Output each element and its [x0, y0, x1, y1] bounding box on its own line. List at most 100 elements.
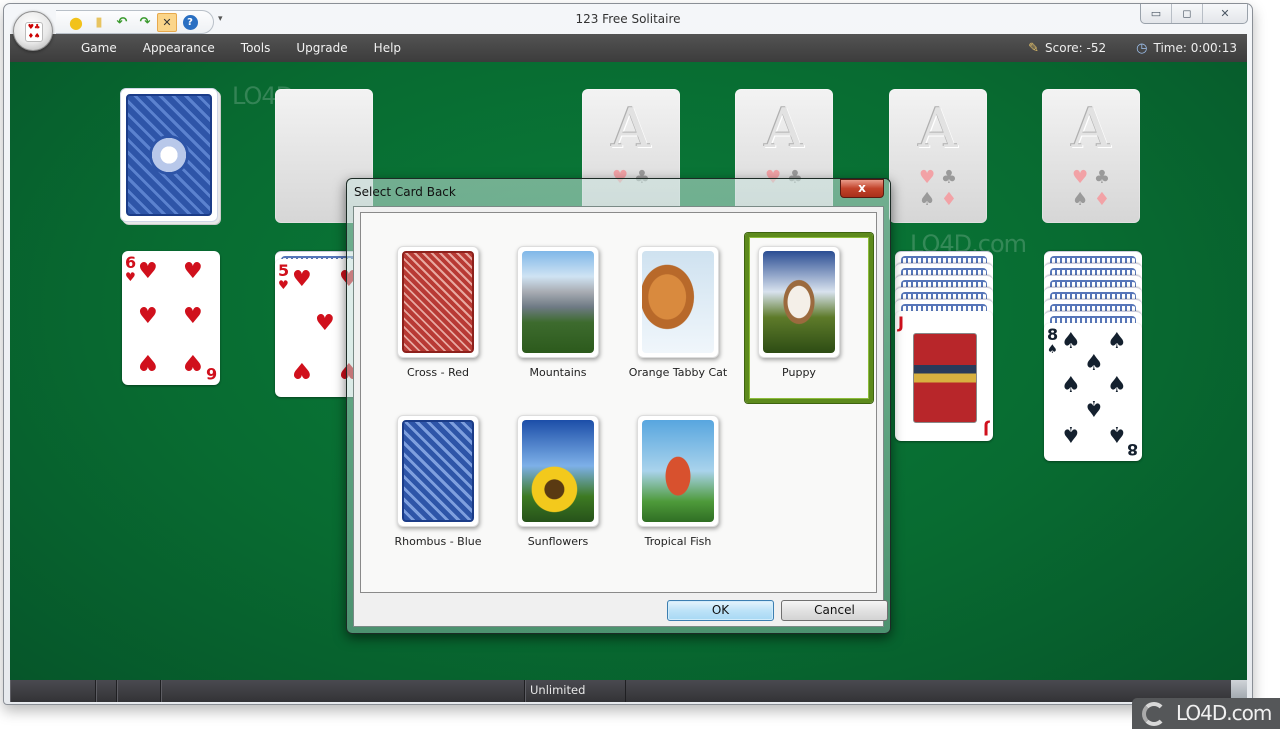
minimize-button[interactable]: ▭: [1141, 4, 1172, 23]
cross-red-art: [402, 251, 474, 353]
card-pip: ♥: [138, 259, 158, 284]
lo4d-text: LO4D.com: [1176, 701, 1272, 725]
card-suit-small: ♥: [125, 270, 136, 284]
game-stats: ✎ Score: -52 ◷ Time: 0:00:13: [998, 34, 1237, 62]
card-back-thumbnail: [637, 415, 719, 527]
cancel-button[interactable]: Cancel: [781, 600, 888, 621]
card-back-thumbnail: [517, 246, 599, 358]
card-back-list: Cross - Red Mountains Orange Tabby Cat P…: [360, 212, 877, 593]
time-value: 0:00:13: [1190, 41, 1237, 55]
card-rank: J: [898, 313, 904, 332]
lo4d-watermark-badge: LO4D.com: [1132, 698, 1280, 729]
mountains-art: [522, 251, 594, 353]
app-menu-button[interactable]: ♥♣ ♦♠: [13, 11, 53, 51]
clock-icon: ◷: [1136, 40, 1148, 56]
menu-bar: Game Appearance Tools Upgrade Help ✎ Sco…: [10, 34, 1247, 62]
foundation-rank: A: [611, 97, 651, 160]
score-icon: ✎: [1028, 40, 1040, 56]
card-rank: 6: [205, 364, 217, 383]
score-display: ✎ Score: -52: [1028, 41, 1106, 56]
card-back-thumbnail: [637, 246, 719, 358]
dialog-title: Select Card Back: [354, 185, 456, 199]
card-back-option-rhombus-blue[interactable]: Rhombus - Blue: [361, 415, 482, 565]
app-logo-icon: ♥♣ ♦♠: [25, 22, 43, 42]
help-icon: ?: [182, 15, 198, 30]
card-pip: ♠: [1107, 373, 1127, 398]
main-menu: Game Appearance Tools Upgrade Help: [68, 34, 414, 62]
maximize-button[interactable]: ◻: [1172, 4, 1203, 23]
menu-appearance[interactable]: Appearance: [130, 34, 228, 62]
card-pip: ♥: [315, 311, 335, 336]
card-back-option-sunflowers[interactable]: Sunflowers: [481, 415, 601, 565]
foundation-suits: ♥ ♣ ♠ ♦: [1071, 167, 1110, 210]
status-cell: [10, 680, 96, 702]
dialog-close-button[interactable]: x: [840, 179, 884, 198]
window-controls: ▭ ◻ ✕: [1140, 4, 1248, 24]
card-back-option-orange-tabby-cat[interactable]: Orange Tabby Cat: [601, 246, 727, 396]
customize-toolbar-button[interactable]: ▾: [218, 14, 223, 24]
score-value: -52: [1086, 41, 1107, 55]
card-pip: ♥: [183, 349, 203, 374]
card-pip: ♠: [1061, 373, 1081, 398]
card-pip: ♠: [1107, 329, 1127, 354]
stock-pile[interactable]: [120, 88, 218, 222]
card-pip: ♠: [1084, 395, 1104, 420]
tropical-fish-art: [642, 420, 714, 522]
foundation-rank: A: [764, 97, 804, 160]
card-pip: ♠: [1084, 351, 1104, 376]
rhombus-blue-art: [402, 420, 474, 522]
card-back-thumbnail: [758, 246, 840, 358]
status-cell: [96, 680, 117, 702]
card-back-option-tropical-fish[interactable]: Tropical Fish: [601, 415, 721, 565]
ok-button[interactable]: OK: [667, 600, 774, 621]
card-back-option-puppy[interactable]: Puppy: [722, 233, 873, 403]
foundation-4[interactable]: A ♥ ♣ ♠ ♦: [1042, 89, 1140, 223]
card-pip: ♠: [1107, 421, 1127, 446]
time-display: ◷ Time: 0:00:13: [1136, 41, 1237, 56]
menu-game[interactable]: Game: [68, 34, 130, 62]
undo-button[interactable]: ↶: [112, 13, 132, 32]
card-back-option-cross-red[interactable]: Cross - Red: [361, 246, 481, 396]
jack-face-art: [913, 333, 977, 423]
tableau-card[interactable]: 8 ♠ ♠ ♠ ♠ ♠ ♠ ♠ ♠ ♠ 8: [1044, 323, 1142, 461]
card-pip: ♥: [292, 357, 312, 382]
menu-upgrade[interactable]: Upgrade: [283, 34, 360, 62]
lo4d-logo-icon: [1142, 702, 1166, 726]
tableau-card[interactable]: J J: [895, 311, 993, 441]
card-back-label: Tropical Fish: [644, 535, 712, 548]
open-icon: ▮: [95, 15, 103, 30]
card-suit-small: ♠: [1047, 342, 1058, 356]
status-message: Unlimited redeals: [525, 680, 626, 702]
status-cell: [117, 680, 161, 702]
sunflowers-art: [522, 420, 594, 522]
status-cell: [161, 680, 525, 702]
close-button[interactable]: ✕: [1203, 4, 1247, 23]
card-suit-small: ♥: [278, 278, 289, 292]
foundation-rank: A: [918, 97, 958, 160]
quick-access-toolbar: ● ▮ ↶ ↷ ✕ ?: [56, 10, 214, 34]
undo-icon: ↶: [116, 15, 128, 30]
card-back-option-mountains[interactable]: Mountains: [481, 246, 601, 396]
foundation-3[interactable]: A ♥ ♣ ♠ ♦: [889, 89, 987, 223]
card-rank: 8: [1126, 440, 1138, 459]
card-back-pattern: [126, 94, 212, 216]
card-pip: ♠: [1061, 421, 1081, 446]
hint-icon: ✕: [162, 16, 172, 29]
menu-tools[interactable]: Tools: [228, 34, 284, 62]
open-button[interactable]: ▮: [89, 13, 109, 32]
help-button[interactable]: ?: [180, 13, 200, 32]
card-pip: ♥: [292, 267, 312, 292]
new-game-button[interactable]: ●: [66, 13, 86, 32]
card-pip: ♥: [138, 304, 158, 329]
tableau-card[interactable]: 6 ♥ ♥ ♥ ♥ ♥ ♥ ♥ 6: [122, 251, 220, 385]
redo-button[interactable]: ↷: [135, 13, 155, 32]
select-card-back-dialog: Select Card Back x Cross - Red Mountains…: [346, 178, 891, 634]
puppy-art: [763, 251, 835, 353]
card-pip: ♥: [183, 259, 203, 284]
card-back-label: Puppy: [782, 366, 816, 379]
menu-help[interactable]: Help: [361, 34, 414, 62]
hint-button[interactable]: ✕: [157, 13, 177, 32]
score-label: Score:: [1045, 41, 1083, 55]
card-back-thumbnail: [517, 415, 599, 527]
new-game-icon: ●: [69, 13, 83, 32]
